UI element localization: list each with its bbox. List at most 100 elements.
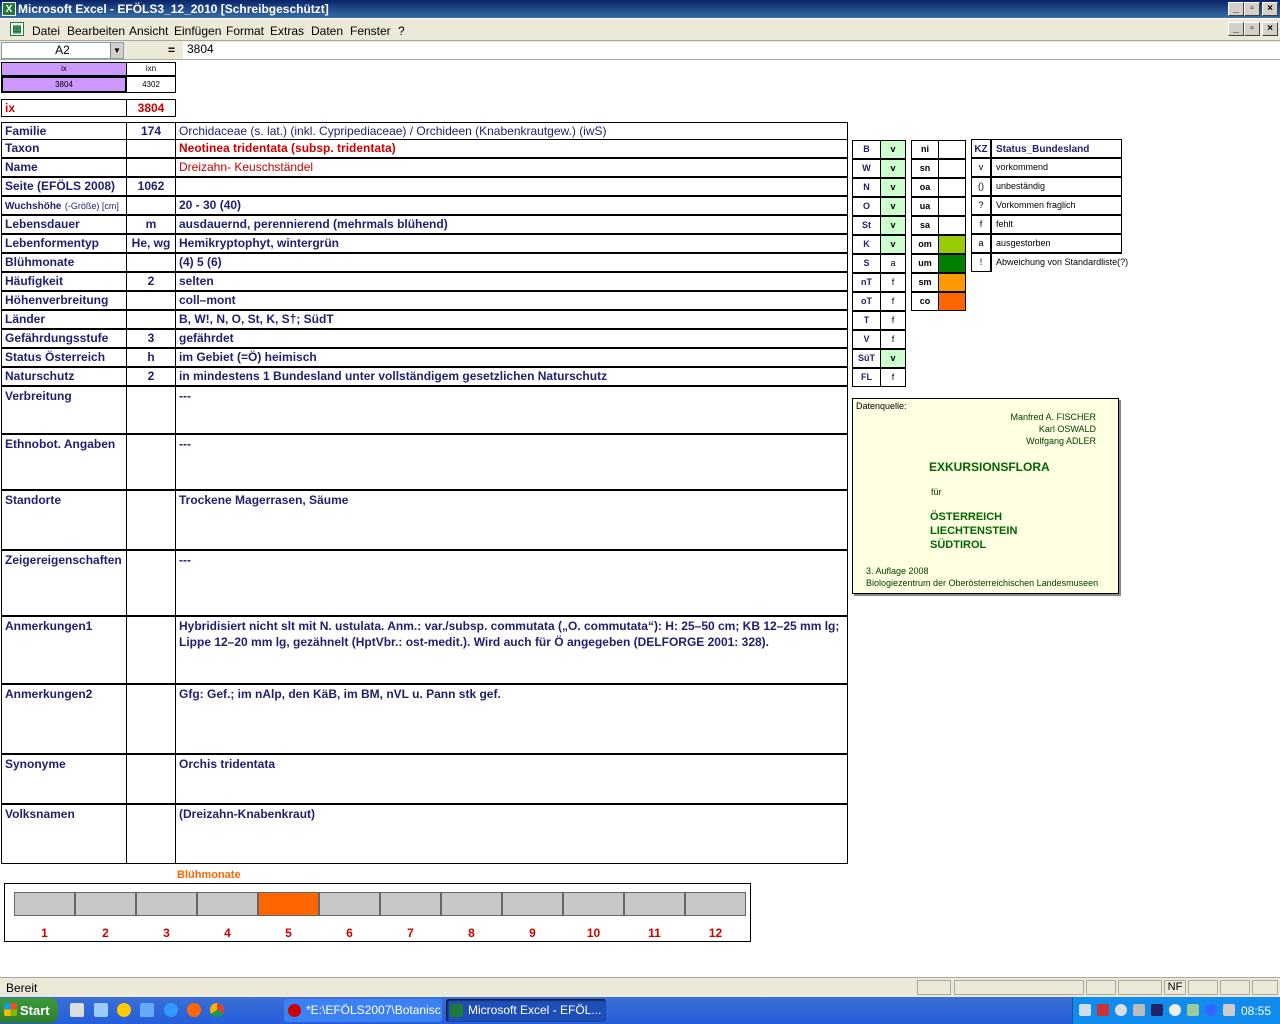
source-textbox[interactable]: Datenquelle: Manfred A. FISCHER Karl OSW… [852,398,1119,594]
row-label[interactable]: Familie [1,122,127,140]
state-code[interactable]: N [852,178,881,197]
row-code[interactable] [126,434,176,490]
row-label[interactable]: Häufigkeit [1,272,127,291]
row-value[interactable]: gefährdet [175,329,848,348]
row-code[interactable] [126,158,176,177]
altitude-code[interactable]: sn [911,159,939,178]
altitude-color[interactable] [938,273,966,292]
altitude-code[interactable]: co [911,292,939,311]
state-code[interactable]: nT [852,273,881,292]
legend-kz[interactable]: f [971,215,991,234]
menu-format[interactable]: Format [226,24,264,38]
tray-icon[interactable] [1079,1004,1091,1016]
tray-icon[interactable] [1097,1004,1109,1016]
row-value[interactable]: (4) 5 (6) [175,253,848,272]
row-code[interactable]: 2 [126,272,176,291]
ixn-header-cell[interactable]: ixn [126,62,176,76]
doc-close-button[interactable]: × [1262,22,1278,36]
row-code[interactable]: He, wg [126,234,176,253]
ie-icon[interactable] [164,1003,178,1017]
chevron-down-icon[interactable]: ▼ [110,43,123,58]
row-code[interactable]: 2 [126,367,176,386]
state-code[interactable]: O [852,197,881,216]
row-label[interactable]: Wuchshöhe (-Größe) [cm] [1,196,127,215]
row-code[interactable]: h [126,348,176,367]
legend-status-header[interactable]: Status_Bundesland [991,139,1122,158]
state-status[interactable]: v [880,216,906,235]
row-label[interactable]: Anmerkungen2 [1,684,127,754]
row-value[interactable]: Neotinea tridentata (subsp. tridentata) [175,139,848,158]
state-code[interactable]: oT [852,292,881,311]
legend-kz[interactable]: ! [971,253,991,272]
altitude-code[interactable]: um [911,254,939,273]
tray-icon[interactable] [1223,1004,1235,1016]
chrome-icon[interactable] [210,1003,224,1017]
quicklaunch-icon[interactable] [70,1003,84,1017]
info-icon[interactable] [1205,1004,1217,1016]
altitude-code[interactable]: sa [911,216,939,235]
state-code[interactable]: K [852,235,881,254]
state-status[interactable]: v [880,159,906,178]
menu-ansicht[interactable]: Ansicht [129,24,168,38]
row-label[interactable]: Volksnamen [1,804,127,864]
row-value[interactable]: Trockene Magerrasen, Säume [175,490,848,550]
row-label[interactable]: Blühmonate [1,253,127,272]
row-value[interactable]: selten [175,272,848,291]
state-status[interactable]: v [880,197,906,216]
altitude-code[interactable]: oa [911,178,939,197]
row-value[interactable]: 20 - 30 (40) [175,196,848,215]
worksheet[interactable]: ix ixn 3804 4302 ix 3804 Familie 174 Orchi… [0,61,1280,976]
row-label[interactable]: Status Österreich [1,348,127,367]
row-value[interactable]: ausdauernd, perennierend (mehrmals blühe… [175,215,848,234]
menu-daten[interactable]: Daten [311,24,343,38]
row-code[interactable] [126,253,176,272]
row-label[interactable]: Lebensdauer [1,215,127,234]
row-label[interactable]: Gefährdungsstufe [1,329,127,348]
row-value[interactable]: Orchidaceae (s. lat.) (inkl. Cypripediac… [175,122,848,140]
tray-icon[interactable] [1169,1004,1181,1016]
row-code[interactable] [126,490,176,550]
row-value[interactable]: Hemikryptophyt, wintergrün [175,234,848,253]
row-value[interactable]: in mindestens 1 Bundesland unter vollstä… [175,367,848,386]
altitude-code[interactable]: ni [911,140,939,159]
state-code[interactable]: W [852,159,881,178]
workbook-icon[interactable]: ▦ [10,22,24,36]
row-value[interactable]: im Gebiet (=Ö) heimisch [175,348,848,367]
legend-text[interactable]: vorkommend [991,158,1122,177]
media-icon[interactable] [117,1003,131,1017]
row-value[interactable]: --- [175,550,848,616]
state-code[interactable]: SüT [852,349,881,368]
altitude-code[interactable]: om [911,235,939,254]
taskbar-item-excel[interactable]: Microsoft Excel - EFÖL... [446,999,606,1022]
name-box[interactable]: A2 ▼ [1,42,124,59]
ix-header-cell[interactable]: ix [1,62,127,76]
legend-text[interactable]: fehlt [991,215,1122,234]
row-code[interactable] [126,310,176,329]
row-code[interactable]: m [126,215,176,234]
altitude-color[interactable] [938,159,966,178]
ix-big-cell[interactable]: 3804 [126,99,176,117]
legend-kz-header[interactable]: KZ [971,139,991,158]
row-code[interactable] [126,616,176,684]
state-status[interactable]: a [880,254,906,273]
altitude-color[interactable] [938,254,966,273]
ixn-value-cell[interactable]: 4302 [126,76,176,93]
row-code[interactable]: 1062 [126,177,176,196]
legend-kz[interactable]: () [971,177,991,196]
menu-help[interactable]: ? [398,24,405,38]
menu-einfuegen[interactable]: Einfügen [174,24,221,38]
excel-icon[interactable]: X [2,2,16,16]
state-status[interactable]: f [880,311,906,330]
taskbar-item-botanisc[interactable]: *E:\EFÖLS2007\Botanisc... [284,999,442,1022]
row-value[interactable]: Orchis tridentata [175,754,848,804]
row-label[interactable]: Zeigereigenschaften [1,550,127,616]
ix-label-cell[interactable]: ix [1,99,127,117]
start-button[interactable]: Start [0,998,58,1023]
menu-bearbeiten[interactable]: Bearbeiten [67,24,125,38]
altitude-color[interactable] [938,235,966,254]
row-value[interactable]: --- [175,386,848,434]
row-value[interactable] [175,177,848,196]
row-code[interactable] [126,550,176,616]
row-label[interactable]: Ethnobot. Angaben [1,434,127,490]
menu-fenster[interactable]: Fenster [350,24,391,38]
